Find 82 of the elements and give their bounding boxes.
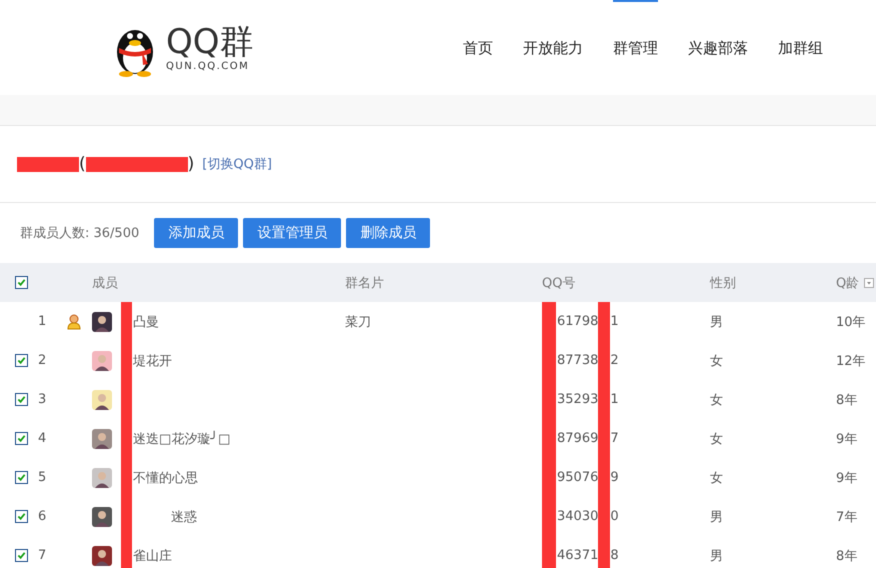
member-name: 雀山庄 <box>133 548 172 564</box>
nav-tab[interactable]: 加群组 <box>778 0 823 95</box>
group-name-text: ( <box>79 154 86 174</box>
qq-number: 35293 <box>557 392 598 407</box>
member-name: 不懂的心思 <box>133 470 198 486</box>
row-number: 3 <box>38 392 46 407</box>
gender: 男 <box>710 548 723 564</box>
column-header: QQ号 <box>542 274 576 292</box>
action-button[interactable]: 添加成员 <box>154 218 238 248</box>
gender: 女 <box>710 432 723 446</box>
row-number: 1 <box>38 314 46 329</box>
row-checkbox[interactable] <box>15 354 28 367</box>
gender: 男 <box>710 314 723 330</box>
row-number: 7 <box>38 548 46 563</box>
q-age: 8年 <box>836 392 858 408</box>
q-age: 10年 <box>836 314 866 330</box>
qq-number: 8 <box>610 548 619 563</box>
qq-number: 87969 <box>557 431 598 446</box>
nav-tab[interactable]: 兴趣部落 <box>688 0 748 95</box>
redaction-bar <box>17 156 79 172</box>
column-header: 成员 <box>92 274 118 292</box>
group-name-text: ) <box>188 154 194 174</box>
gender: 女 <box>710 470 723 486</box>
qq-number: 9 <box>610 470 619 485</box>
redaction-bar <box>598 302 610 341</box>
q-age: 8年 <box>836 548 858 564</box>
nav-tab[interactable]: 开放能力 <box>523 0 583 95</box>
qq-number: 87738 <box>557 353 598 368</box>
q-age: 9年 <box>836 470 858 486</box>
qq-number: 61798 <box>557 314 598 329</box>
column-header: 群名片 <box>345 276 384 290</box>
avatar <box>92 350 112 370</box>
avatar <box>92 428 112 448</box>
avatar <box>92 468 112 488</box>
logo-title: QQ群 <box>166 23 254 61</box>
logo-subtitle: QUN.QQ.COM <box>166 61 250 72</box>
qq-number: 95076 <box>557 470 598 485</box>
avatar <box>92 312 112 332</box>
gender: 女 <box>710 354 723 368</box>
avatar <box>92 506 112 526</box>
row-number: 2 <box>38 353 46 368</box>
qq-number: 46371 <box>557 548 598 563</box>
row-checkbox[interactable] <box>15 471 28 484</box>
row-checkbox[interactable] <box>15 549 28 562</box>
avatar <box>92 390 112 410</box>
column-header: 性别 <box>710 276 736 290</box>
row-number: 5 <box>38 470 46 485</box>
member-name: 堤花开 <box>133 352 172 370</box>
q-age: 9年 <box>836 430 858 448</box>
sort-dropdown-icon[interactable] <box>864 278 874 288</box>
row-number: 4 <box>38 431 46 446</box>
card-name-text: 菜刀 <box>345 314 371 330</box>
row-checkbox[interactable] <box>15 393 28 406</box>
redaction-bar <box>542 536 556 568</box>
qq-number: 1 <box>610 392 619 407</box>
q-age: 7年 <box>836 508 858 526</box>
column-header: Q龄 <box>836 274 860 292</box>
qq-number: 34030 <box>557 509 598 524</box>
qq-number: 1 <box>610 314 619 329</box>
member-count: 群成员人数: 36/500 <box>20 225 140 242</box>
row-checkbox[interactable] <box>15 432 28 445</box>
qq-number: 0 <box>610 509 619 524</box>
qq-number: 2 <box>610 353 619 368</box>
row-checkbox[interactable] <box>15 510 28 523</box>
member-name: 凸曼 <box>133 314 159 330</box>
gender: 男 <box>710 510 723 524</box>
redaction-bar <box>121 536 132 568</box>
action-button[interactable]: 设置管理员 <box>243 218 342 248</box>
member-name: 迷迭□花汐璇╯□ <box>133 430 230 448</box>
redaction-bar <box>121 302 132 341</box>
q-age: 12年 <box>836 352 866 370</box>
row-number: 6 <box>38 509 46 524</box>
nav-tab[interactable]: 首页 <box>463 0 493 95</box>
redaction-bar <box>598 536 610 568</box>
select-all-checkbox[interactable] <box>15 276 28 289</box>
qq-number: 7 <box>610 431 619 446</box>
avatar <box>92 546 112 566</box>
gender: 女 <box>710 392 723 408</box>
action-button[interactable]: 删除成员 <box>346 218 430 248</box>
member-name: 迷惑 <box>171 508 197 526</box>
switch-group-link[interactable]: [切换QQ群] <box>202 155 272 173</box>
redaction-bar <box>542 302 556 341</box>
